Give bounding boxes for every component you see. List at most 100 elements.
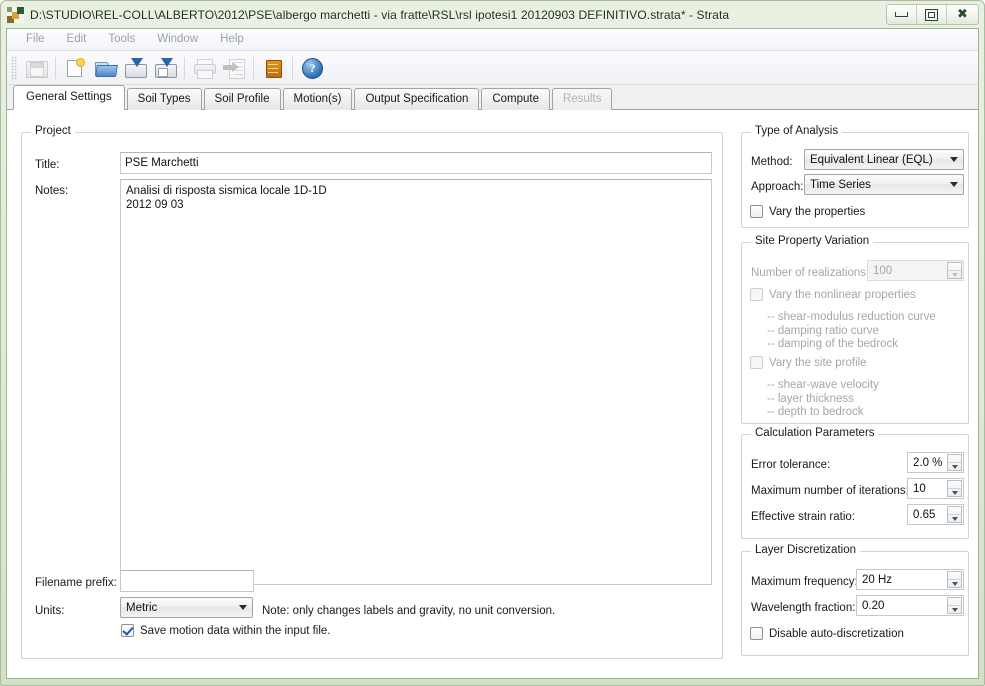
tab-motions[interactable]: Motion(s): [282, 88, 353, 110]
menu-help[interactable]: Help: [209, 31, 255, 48]
tab-soil-types[interactable]: Soil Types: [126, 88, 202, 110]
menu-window[interactable]: Window: [146, 31, 209, 48]
wavelength-fraction-label: Wavelength fraction:: [751, 602, 856, 614]
save-icon: [25, 58, 48, 78]
checkbox-icon: [121, 624, 134, 637]
project-group: Project Title: PSE Marchetti Notes: Anal…: [21, 125, 723, 659]
maximize-icon: [925, 8, 938, 21]
filename-prefix-label: Filename prefix:: [35, 577, 117, 589]
vary-properties-checkbox[interactable]: Vary the properties: [750, 205, 865, 218]
layer-discretization-group: Layer Discretization Maximum frequency: …: [741, 544, 969, 656]
toolbar-print-button[interactable]: [189, 54, 219, 82]
spinner-up-icon[interactable]: [948, 572, 961, 580]
max-frequency-label: Maximum frequency:: [751, 576, 858, 588]
help-icon: ?: [301, 57, 323, 79]
save-motion-label: Save motion data within the input file.: [140, 624, 331, 637]
calculation-parameters-title: Calculation Parameters: [751, 427, 879, 439]
checkbox-icon: [750, 205, 763, 218]
approach-label: Approach:: [751, 181, 804, 193]
wavelength-fraction-spinner[interactable]: 0.20: [856, 595, 964, 616]
spinner-up-icon[interactable]: [948, 598, 961, 606]
database-icon: [262, 58, 284, 78]
method-select[interactable]: Equivalent Linear (EQL): [804, 149, 964, 170]
spinner-buttons[interactable]: [947, 480, 962, 497]
save-motion-checkbox[interactable]: Save motion data within the input file.: [121, 624, 331, 637]
spinner-down-icon[interactable]: [948, 606, 961, 613]
type-of-analysis-group: Type of Analysis Method: Equivalent Line…: [741, 125, 969, 228]
tab-general-settings[interactable]: General Settings: [13, 85, 125, 110]
menu-tools[interactable]: Tools: [97, 31, 146, 48]
project-notes-input[interactable]: Analisi di risposta sismica locale 1D-1D…: [120, 179, 712, 585]
toolbar-export-button[interactable]: [219, 54, 249, 82]
save-as-icon: [124, 57, 147, 78]
toolbar-save-button[interactable]: [21, 54, 51, 82]
units-value: Metric: [126, 601, 158, 614]
close-icon: ✖: [957, 7, 968, 22]
method-label: Method:: [751, 156, 793, 168]
toolbar-database-button[interactable]: [258, 54, 288, 82]
max-frequency-value: 20 Hz: [862, 573, 893, 586]
toolbar-new-button[interactable]: [60, 54, 90, 82]
spinner-buttons[interactable]: [947, 597, 962, 614]
method-value: Equivalent Linear (EQL): [810, 153, 933, 166]
new-document-icon: [64, 58, 86, 78]
spinner-buttons[interactable]: [947, 506, 962, 523]
site-profile-items: -- shear-wave velocity -- layer thicknes…: [767, 379, 879, 418]
spinner-up-icon[interactable]: [948, 507, 961, 515]
spinner-buttons[interactable]: [947, 571, 962, 588]
toolbar-open-button[interactable]: [90, 54, 120, 82]
title-bar: D:\STUDIO\REL-COLL\ALBERTO\2012\PSE\albe…: [1, 1, 984, 28]
spinner-down-icon: [948, 271, 961, 278]
project-title-input[interactable]: PSE Marchetti: [120, 152, 712, 174]
disable-auto-discretization-label: Disable auto-discretization: [769, 627, 904, 640]
spinner-up-icon[interactable]: [948, 455, 961, 463]
general-settings-page: Project Title: PSE Marchetti Notes: Anal…: [7, 111, 978, 678]
open-folder-icon: [94, 58, 118, 78]
menu-file[interactable]: File: [15, 31, 56, 48]
nonlinear-items: -- shear-modulus reduction curve -- damp…: [767, 311, 936, 350]
filename-prefix-input[interactable]: [120, 570, 254, 592]
spinner-down-icon[interactable]: [948, 515, 961, 522]
site-property-variation-title: Site Property Variation: [751, 235, 874, 247]
disable-auto-discretization-checkbox[interactable]: Disable auto-discretization: [750, 627, 904, 640]
tab-soil-profile[interactable]: Soil Profile: [203, 88, 281, 110]
spinner-buttons[interactable]: [947, 454, 962, 471]
export-icon: [223, 58, 245, 79]
menu-edit[interactable]: Edit: [56, 31, 98, 48]
spinner-down-icon[interactable]: [948, 489, 961, 496]
units-note: Note: only changes labels and gravity, n…: [262, 605, 556, 617]
checkbox-icon: [750, 288, 763, 301]
chevron-down-icon: [945, 151, 962, 168]
effective-strain-value: 0.65: [913, 508, 936, 521]
close-button[interactable]: ✖: [947, 5, 978, 24]
max-frequency-spinner[interactable]: 20 Hz: [856, 569, 964, 590]
tab-compute[interactable]: Compute: [481, 88, 551, 110]
checkbox-icon: [750, 356, 763, 369]
error-tolerance-spinner[interactable]: 2.0 %: [907, 452, 964, 473]
window-controls: ✖: [886, 4, 979, 25]
effective-strain-spinner[interactable]: 0.65: [907, 504, 964, 525]
spinner-down-icon[interactable]: [948, 463, 961, 470]
wavelength-fraction-value: 0.20: [862, 599, 885, 612]
minimize-button[interactable]: [887, 5, 917, 24]
print-icon: [193, 58, 216, 79]
maximize-button[interactable]: [917, 5, 947, 24]
spinner-up-icon[interactable]: [948, 481, 961, 489]
menu-bar: File Edit Tools Window Help: [7, 29, 978, 51]
spinner-down-icon[interactable]: [948, 580, 961, 587]
toolbar-save-all-button[interactable]: [150, 54, 180, 82]
toolbar-help-button[interactable]: ?: [297, 54, 327, 82]
toolbar-grip[interactable]: [11, 55, 17, 80]
vary-nonlinear-label: Vary the nonlinear properties: [769, 288, 916, 301]
vary-site-profile-label: Vary the site profile: [769, 356, 867, 369]
tab-output-specification[interactable]: Output Specification: [354, 88, 480, 110]
toolbar-separator: [253, 56, 254, 79]
approach-select[interactable]: Time Series: [804, 174, 964, 195]
max-iterations-spinner[interactable]: 10: [907, 478, 964, 499]
application-window: D:\STUDIO\REL-COLL\ALBERTO\2012\PSE\albe…: [0, 0, 985, 686]
units-select[interactable]: Metric: [120, 597, 253, 618]
project-group-title: Project: [31, 125, 75, 137]
toolbar-separator: [292, 56, 293, 79]
toolbar-save-as-button[interactable]: [120, 54, 150, 82]
max-iterations-value: 10: [913, 482, 926, 495]
